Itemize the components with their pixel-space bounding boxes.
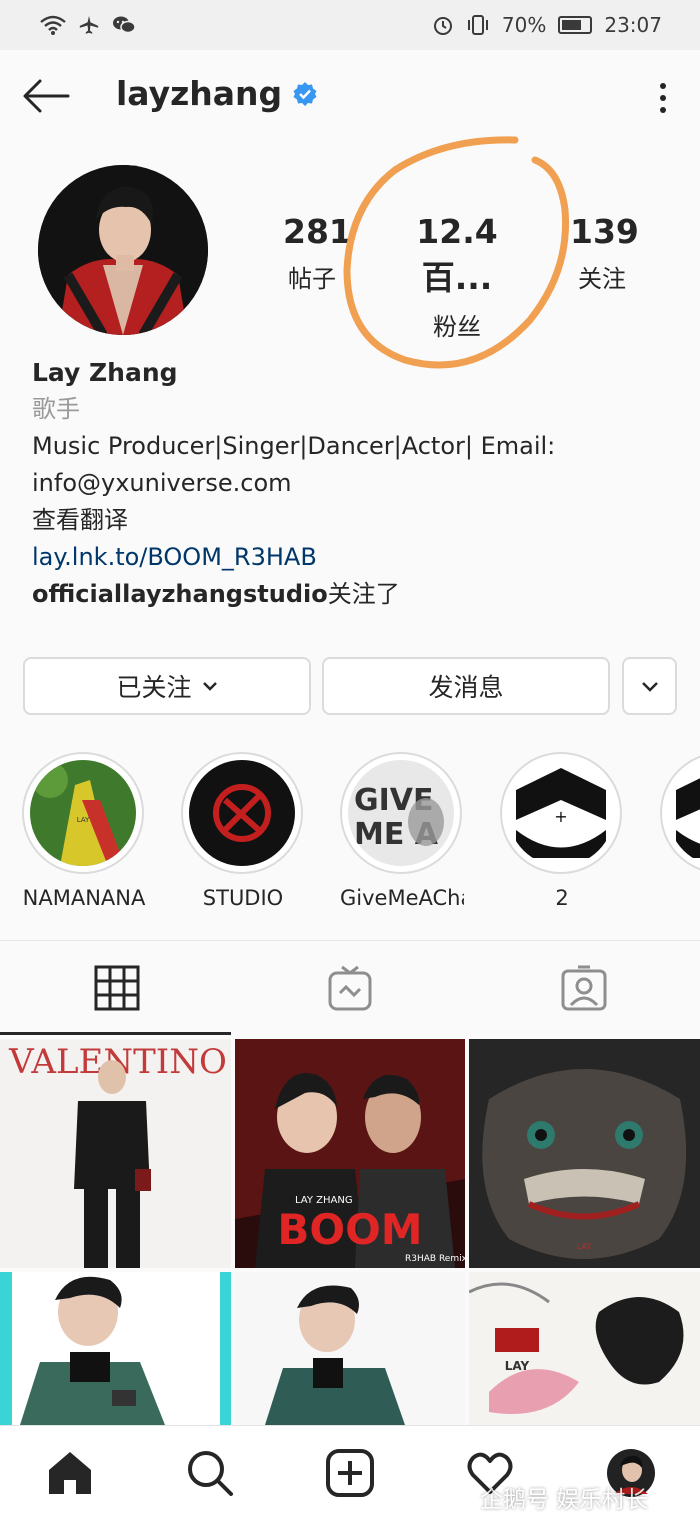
vibrate-icon bbox=[467, 15, 488, 35]
highlight-label: NAMANANA bbox=[22, 886, 146, 910]
highlight-partial[interactable] bbox=[660, 752, 700, 874]
post-caption: LAY bbox=[577, 1242, 591, 1251]
highlight-image bbox=[668, 760, 700, 866]
followed-by-user: officiallayzhangstudio bbox=[32, 580, 328, 608]
stat-label: 粉丝 bbox=[433, 313, 481, 341]
watermark: 企鹅号 娱乐村长 bbox=[480, 1487, 649, 1513]
bio-email[interactable]: info@yxuniverse.com bbox=[32, 465, 672, 502]
status-time: 23:07 bbox=[604, 13, 662, 37]
active-tab-indicator bbox=[0, 1032, 231, 1035]
airplane-icon bbox=[79, 15, 99, 34]
highlight-image: + bbox=[508, 760, 614, 866]
profile-avatar[interactable] bbox=[38, 165, 208, 335]
stat-value: 281 bbox=[283, 212, 352, 251]
followed-by-suffix: 关注了 bbox=[327, 580, 400, 608]
stat-label: 帖子 bbox=[288, 265, 336, 293]
back-arrow-icon bbox=[23, 79, 70, 113]
search-icon bbox=[188, 1451, 233, 1496]
home-icon bbox=[49, 1452, 91, 1494]
highlight-label: GiveMeACha... bbox=[340, 886, 464, 910]
avatar-image bbox=[38, 165, 208, 335]
tab-grid[interactable] bbox=[0, 941, 233, 1035]
status-right: 70% 23:07 bbox=[432, 13, 662, 37]
add-icon bbox=[326, 1449, 374, 1497]
posts-grid: VALENTINO LAY ZHANGBOOMR3HAB Remix LAY L… bbox=[0, 1039, 700, 1425]
bio-text-line: Music Producer|Singer|Dancer|Actor| Emai… bbox=[32, 432, 556, 460]
full-name: Lay Zhang bbox=[32, 358, 178, 387]
bio-section: Lay Zhang 歌手 Music Producer|Singer|Dance… bbox=[32, 354, 672, 613]
battery-percent: 70% bbox=[501, 13, 547, 37]
highlight-label: 2 bbox=[555, 886, 569, 910]
stat-followers[interactable]: 12.4百... 粉丝 bbox=[386, 212, 528, 342]
following-label: 已关注 bbox=[116, 673, 192, 702]
status-left bbox=[40, 14, 136, 36]
following-button[interactable]: 已关注 bbox=[23, 657, 311, 715]
alarm-icon bbox=[433, 17, 452, 35]
username-wrap: layzhang bbox=[116, 74, 318, 113]
message-label: 发消息 bbox=[428, 673, 504, 702]
grid-post[interactable]: LAY bbox=[469, 1039, 700, 1268]
grid-post[interactable] bbox=[0, 1272, 231, 1425]
grid-icon bbox=[94, 965, 139, 1011]
username: layzhang bbox=[116, 74, 283, 113]
grid-post[interactable]: LAY bbox=[469, 1272, 700, 1425]
tab-igtv[interactable] bbox=[233, 941, 466, 1035]
profile-header: layzhang bbox=[0, 50, 700, 144]
verified-icon bbox=[293, 81, 317, 106]
highlight-image bbox=[189, 760, 295, 866]
more-icon bbox=[660, 83, 666, 113]
grid-post[interactable]: LAY ZHANG BOOM R3HAB Remix bbox=[235, 1039, 465, 1268]
category: 歌手 bbox=[32, 395, 80, 423]
highlight-label: STUDIO bbox=[202, 886, 284, 910]
more-options-button[interactable] bbox=[650, 78, 676, 118]
suggested-dropdown-button[interactable] bbox=[622, 657, 677, 715]
chevron-down-icon bbox=[202, 682, 217, 691]
tab-tagged[interactable] bbox=[467, 941, 700, 1035]
tagged-icon bbox=[561, 965, 606, 1011]
back-button[interactable] bbox=[22, 78, 70, 114]
highlight-studio[interactable]: STUDIO bbox=[181, 752, 305, 910]
profile-tabs bbox=[0, 940, 700, 1036]
nav-search[interactable] bbox=[185, 1448, 235, 1498]
highlight-2[interactable]: + 2 bbox=[500, 752, 624, 910]
stat-value: 139 bbox=[570, 212, 639, 251]
message-button[interactable]: 发消息 bbox=[322, 657, 610, 715]
igtv-icon bbox=[328, 965, 371, 1011]
post-caption: LAY bbox=[505, 1359, 530, 1373]
highlight-image: LAY bbox=[30, 760, 136, 866]
svg-text:+: + bbox=[554, 807, 567, 826]
grid-post[interactable] bbox=[235, 1272, 465, 1425]
battery-icon bbox=[558, 16, 593, 34]
chevron-down-icon bbox=[641, 681, 658, 692]
highlight-image: GIVE ME A bbox=[348, 760, 454, 866]
highlight-namanana[interactable]: LAY NAMANANA bbox=[22, 752, 146, 910]
followed-by[interactable]: officiallayzhangstudio关注了 bbox=[32, 576, 672, 613]
grid-post[interactable]: VALENTINO bbox=[0, 1039, 231, 1268]
post-remix: R3HAB Remix bbox=[405, 1254, 465, 1264]
see-translation-link[interactable]: 查看翻译 bbox=[32, 502, 672, 539]
nav-add[interactable] bbox=[325, 1448, 375, 1498]
wechat-icon bbox=[113, 16, 136, 34]
highlight-givemeachance[interactable]: GIVEME A GiveMeACha... bbox=[340, 752, 464, 910]
status-bar: 70% 23:07 bbox=[0, 0, 700, 50]
stat-value: 12.4百... bbox=[416, 212, 498, 297]
bio-website-link[interactable]: lay.lnk.to/BOOM_R3HAB bbox=[32, 539, 672, 576]
stat-following[interactable]: 139 关注 bbox=[570, 212, 639, 294]
stat-posts[interactable]: 281 帖子 bbox=[283, 212, 352, 294]
stat-label: 关注 bbox=[578, 265, 626, 293]
nav-home[interactable] bbox=[45, 1448, 95, 1498]
svg-text:LAY: LAY bbox=[77, 816, 90, 824]
post-caption: BOOM bbox=[277, 1205, 422, 1254]
wifi-icon bbox=[40, 15, 66, 35]
